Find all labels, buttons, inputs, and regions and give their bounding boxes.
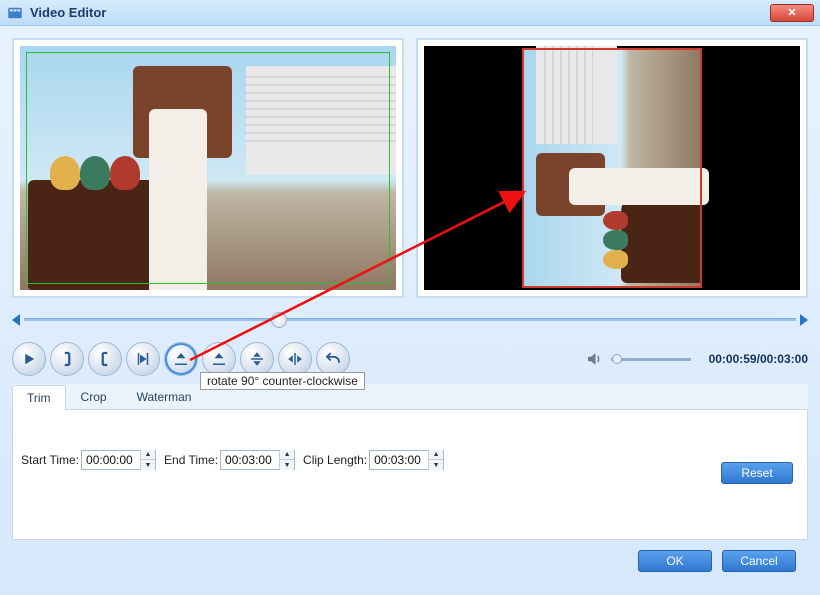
play-range-button[interactable] bbox=[126, 342, 160, 376]
reset-button[interactable]: Reset bbox=[721, 462, 793, 484]
spinner-down-icon[interactable]: ▼ bbox=[141, 460, 155, 470]
trim-panel: Start Time: 00:00:00 ▲ ▼ End Time: 00:03… bbox=[12, 410, 808, 540]
volume-icon[interactable] bbox=[585, 350, 603, 368]
undo-icon bbox=[324, 350, 342, 368]
rotate-ccw-button[interactable] bbox=[164, 342, 198, 376]
rotate-cw-button[interactable] bbox=[202, 342, 236, 376]
tab-trim[interactable]: Trim bbox=[12, 385, 66, 410]
close-icon: ✕ bbox=[787, 6, 796, 19]
end-time-spinner[interactable]: ▲ ▼ bbox=[279, 450, 294, 470]
start-time-spinner[interactable]: ▲ ▼ bbox=[140, 450, 155, 470]
preview-original[interactable] bbox=[12, 38, 404, 298]
start-time-label: Start Time: bbox=[21, 453, 79, 467]
timeline-scrubber[interactable] bbox=[271, 312, 287, 328]
close-button[interactable]: ✕ bbox=[770, 4, 814, 22]
end-time-input[interactable]: 00:03:00 ▲ ▼ bbox=[220, 450, 295, 470]
spinner-up-icon[interactable]: ▲ bbox=[141, 450, 155, 460]
app-icon bbox=[6, 4, 24, 22]
spinner-up-icon[interactable]: ▲ bbox=[280, 450, 294, 460]
undo-button[interactable] bbox=[316, 342, 350, 376]
dialog-footer: OK Cancel bbox=[12, 540, 808, 572]
end-time-value: 00:03:00 bbox=[221, 453, 279, 467]
clip-length-value: 00:03:00 bbox=[370, 453, 428, 467]
time-current: 00:00:59 bbox=[709, 352, 757, 366]
spinner-up-icon[interactable]: ▲ bbox=[429, 450, 443, 460]
volume-slider[interactable] bbox=[611, 358, 691, 361]
titlebar: Video Editor ✕ bbox=[0, 0, 820, 26]
play-button[interactable] bbox=[12, 342, 46, 376]
tab-watermark[interactable]: Waterman bbox=[122, 384, 207, 409]
start-time-input[interactable]: 00:00:00 ▲ ▼ bbox=[81, 450, 156, 470]
volume-knob[interactable] bbox=[612, 354, 622, 364]
clip-length-label: Clip Length: bbox=[303, 453, 367, 467]
timeline bbox=[12, 308, 808, 332]
start-time-value: 00:00:00 bbox=[82, 453, 140, 467]
spinner-down-icon[interactable]: ▼ bbox=[429, 460, 443, 470]
timeline-track[interactable] bbox=[24, 318, 796, 322]
flip-horizontal-icon bbox=[286, 350, 304, 368]
flip-vertical-button[interactable] bbox=[240, 342, 274, 376]
end-time-label: End Time: bbox=[164, 453, 218, 467]
clip-length-input[interactable]: 00:03:00 ▲ ▼ bbox=[369, 450, 444, 470]
flip-vertical-icon bbox=[248, 350, 266, 368]
timecode: 00:00:59/00:03:00 bbox=[709, 352, 808, 366]
preview-result[interactable] bbox=[416, 38, 808, 298]
timeline-next-icon[interactable] bbox=[800, 314, 808, 326]
ok-button[interactable]: OK bbox=[638, 550, 712, 572]
rotate-cw-icon bbox=[210, 350, 228, 368]
mark-out-icon bbox=[96, 350, 114, 368]
tab-crop[interactable]: Crop bbox=[66, 384, 122, 409]
mark-in-button[interactable] bbox=[50, 342, 84, 376]
tooltip: rotate 90° counter-clockwise bbox=[200, 372, 365, 390]
time-total: 00:03:00 bbox=[760, 352, 808, 366]
clip-length-spinner[interactable]: ▲ ▼ bbox=[428, 450, 443, 470]
mark-out-button[interactable] bbox=[88, 342, 122, 376]
preview-row bbox=[12, 38, 808, 298]
window-title: Video Editor bbox=[30, 5, 106, 20]
flip-horizontal-button[interactable] bbox=[278, 342, 312, 376]
tab-bar: Trim Crop Waterman bbox=[12, 384, 808, 410]
cancel-button[interactable]: Cancel bbox=[722, 550, 796, 572]
timeline-prev-icon[interactable] bbox=[12, 314, 20, 326]
spinner-down-icon[interactable]: ▼ bbox=[280, 460, 294, 470]
toolbar: rotate 90° counter-clockwise 00:00:59/00… bbox=[12, 342, 808, 376]
play-range-icon bbox=[134, 350, 152, 368]
play-icon bbox=[20, 350, 38, 368]
mark-in-icon bbox=[58, 350, 76, 368]
rotate-ccw-icon bbox=[172, 350, 190, 368]
